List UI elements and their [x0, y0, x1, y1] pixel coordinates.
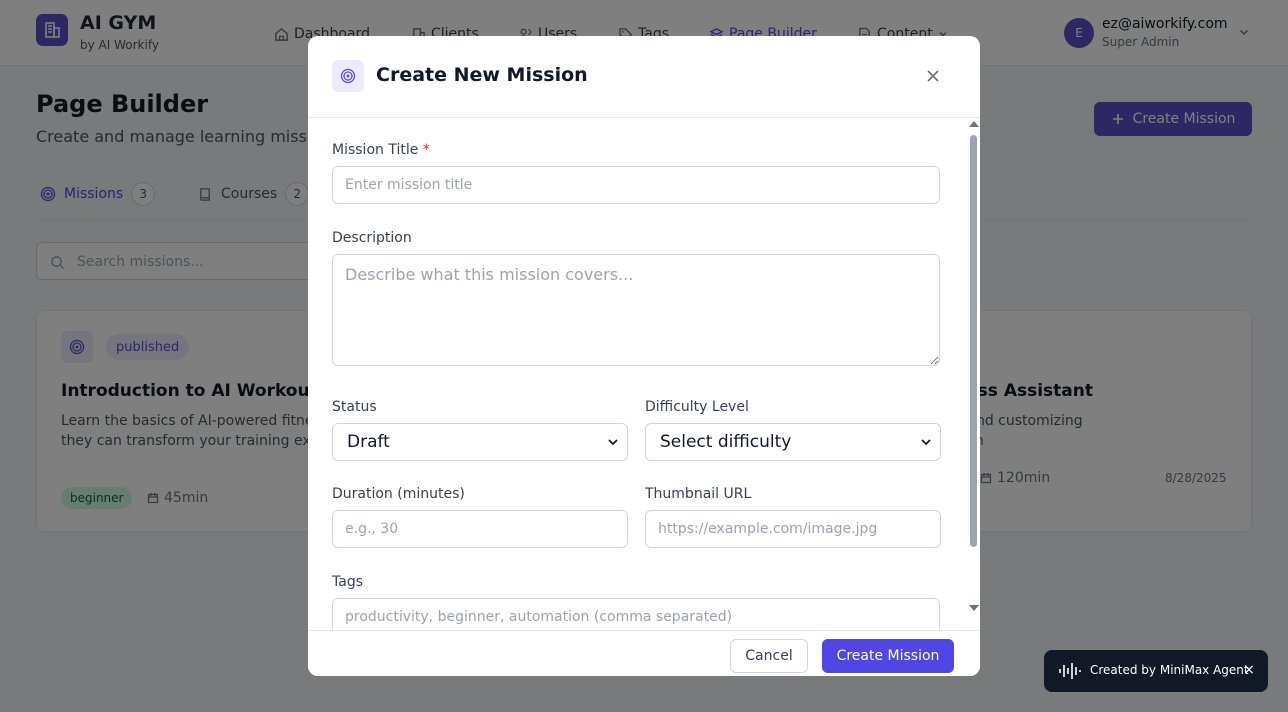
- waveform-icon: [1059, 663, 1081, 679]
- toast-close-button[interactable]: ×: [1240, 661, 1258, 679]
- create-mission-submit-button[interactable]: Create Mission: [822, 639, 954, 673]
- create-mission-modal: Create New Mission Mission Title * Descr…: [308, 36, 980, 676]
- status-select-value: Draft: [347, 432, 390, 452]
- app-background: AI GYM by AI Workify Dashboard Clients U…: [0, 0, 1288, 712]
- difficulty-select[interactable]: Select difficulty: [645, 423, 941, 461]
- difficulty-select-value: Select difficulty: [660, 432, 792, 452]
- close-modal-button[interactable]: [912, 60, 954, 92]
- toast-text: Created by MiniMax Agent: [1090, 663, 1249, 677]
- status-label: Status: [332, 399, 377, 415]
- scroll-down-arrow-icon[interactable]: [969, 605, 979, 611]
- scroll-up-arrow-icon[interactable]: [969, 121, 979, 127]
- description-textarea[interactable]: [332, 254, 940, 366]
- duration-label: Duration (minutes): [332, 486, 465, 502]
- cancel-button[interactable]: Cancel: [730, 639, 808, 673]
- duration-input[interactable]: [332, 510, 628, 548]
- chevron-down-icon: [608, 439, 618, 446]
- tags-label: Tags: [332, 574, 363, 590]
- close-icon: [927, 70, 939, 82]
- description-label: Description: [332, 230, 412, 246]
- mission-title-label: Mission Title *: [332, 142, 430, 158]
- required-mark: *: [422, 142, 430, 158]
- modal-body: Mission Title * Description Status Draft…: [308, 119, 968, 629]
- modal-footer: Cancel Create Mission: [308, 630, 980, 676]
- difficulty-label: Difficulty Level: [645, 399, 749, 415]
- modal-title: Create New Mission: [376, 64, 588, 86]
- mission-title-input[interactable]: [332, 166, 940, 204]
- modal-scrollbar[interactable]: [968, 119, 980, 629]
- thumbnail-label: Thumbnail URL: [645, 486, 752, 502]
- target-icon: [332, 60, 364, 92]
- scrollbar-thumb[interactable]: [970, 135, 977, 547]
- status-select[interactable]: Draft: [332, 423, 628, 461]
- thumbnail-url-input[interactable]: [645, 510, 941, 548]
- chevron-down-icon: [921, 439, 931, 446]
- tags-input[interactable]: [332, 598, 940, 629]
- made-by-toast: Created by MiniMax Agent ×: [1044, 650, 1268, 692]
- modal-header: Create New Mission: [308, 36, 980, 118]
- mission-title-label-text: Mission Title: [332, 142, 419, 158]
